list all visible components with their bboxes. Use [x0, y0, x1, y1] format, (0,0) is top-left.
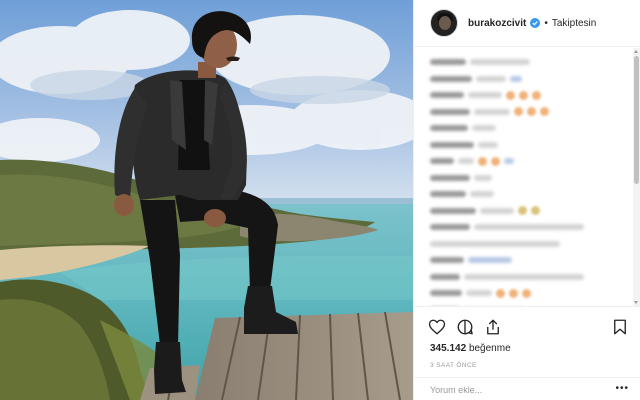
likes-count[interactable]: 345.142 beğenme	[430, 343, 511, 354]
blurred-comment-text	[470, 191, 494, 197]
blurred-emoji	[506, 90, 515, 100]
scrollbar-thumb[interactable]	[634, 56, 639, 184]
comment-item	[430, 273, 618, 281]
heart-icon[interactable]	[428, 318, 446, 336]
blurred-emoji	[518, 206, 527, 215]
blurred-username	[430, 59, 466, 65]
scroll-down-arrow-icon[interactable]	[634, 301, 638, 304]
blurred-username	[430, 273, 460, 280]
comment-icon[interactable]	[456, 318, 474, 336]
comments-scrollbar[interactable]	[633, 48, 640, 306]
comment-item	[430, 174, 618, 182]
comment-item	[430, 141, 618, 149]
blurred-username	[430, 207, 476, 214]
likes-label: beğenme	[468, 343, 511, 354]
blurred-comment-text	[430, 240, 560, 247]
blurred-username	[430, 92, 464, 98]
post-header: burakozcivit • Takiptesin	[414, 0, 640, 47]
more-dots-icon[interactable]: •••	[615, 383, 629, 394]
comments-list	[414, 48, 634, 306]
avatar-face	[439, 16, 451, 30]
comment-item	[430, 75, 618, 83]
blurred-emoji	[514, 107, 523, 116]
blurred-emoji	[522, 288, 531, 298]
comment-item	[430, 206, 618, 215]
blurred-emoji	[527, 107, 536, 116]
comment-item	[430, 90, 618, 100]
blurred-emoji	[510, 75, 522, 82]
blurred-comment-text	[480, 207, 514, 214]
blurred-username	[430, 174, 470, 181]
follow-status[interactable]: Takiptesin	[552, 18, 596, 29]
post-actions: 345.142 beğenme 3 SAAT ÖNCE •••	[414, 306, 640, 400]
blurred-username	[430, 224, 470, 230]
blurred-comment-text	[478, 141, 498, 148]
blurred-emoji	[532, 90, 541, 100]
blurred-username	[430, 75, 472, 82]
blurred-emoji	[540, 107, 549, 116]
comment-item	[430, 288, 618, 298]
blurred-comment-text	[458, 158, 474, 164]
comment-item	[430, 124, 618, 132]
blurred-username	[430, 290, 462, 296]
likes-number: 345.142	[430, 343, 467, 354]
avatar[interactable]	[430, 9, 458, 37]
blurred-comment-text	[466, 290, 492, 296]
bookmark-icon[interactable]	[611, 318, 629, 336]
blurred-emoji	[496, 288, 505, 298]
blurred-comment-text	[474, 174, 492, 181]
add-comment-bar: •••	[414, 377, 640, 400]
share-icon[interactable]	[484, 318, 502, 336]
post-photo-scene	[0, 0, 413, 400]
comment-item	[430, 58, 618, 66]
blurred-comment-text	[474, 224, 584, 230]
blurred-comment-text	[470, 59, 530, 65]
blurred-emoji	[491, 156, 500, 166]
comment-input[interactable]	[430, 383, 600, 397]
blurred-username	[430, 257, 464, 263]
blurred-comment-text	[464, 273, 584, 280]
comment-item	[430, 223, 618, 231]
comment-item	[430, 156, 618, 166]
comment-item	[430, 256, 618, 264]
blurred-username	[430, 158, 454, 164]
blurred-emoji	[509, 288, 518, 298]
action-icons	[428, 318, 502, 336]
post-timestamp[interactable]: 3 SAAT ÖNCE	[430, 362, 477, 369]
header-separator: •	[544, 17, 548, 29]
blurred-username	[430, 191, 466, 197]
blurred-comment-text	[472, 125, 496, 131]
blurred-emoji	[478, 156, 487, 166]
verified-badge-icon	[530, 18, 541, 28]
blurred-mention	[468, 257, 512, 263]
comment-item	[430, 107, 618, 116]
post-sidebar: burakozcivit • Takiptesin 345.142 beğenm…	[413, 0, 640, 400]
blurred-emoji	[504, 158, 514, 164]
blurred-comment-text	[468, 92, 502, 98]
blurred-username	[430, 108, 470, 115]
comment-item	[430, 190, 618, 198]
comment-item	[430, 240, 618, 248]
blurred-username	[430, 141, 474, 148]
post-photo[interactable]	[0, 0, 413, 400]
author-username[interactable]: burakozcivit	[468, 18, 526, 29]
blurred-emoji	[531, 206, 540, 215]
scroll-up-arrow-icon[interactable]	[634, 50, 638, 53]
blurred-emoji	[519, 90, 528, 100]
blurred-comment-text	[476, 75, 506, 82]
blurred-username	[430, 125, 468, 131]
blurred-comment-text	[474, 108, 510, 115]
